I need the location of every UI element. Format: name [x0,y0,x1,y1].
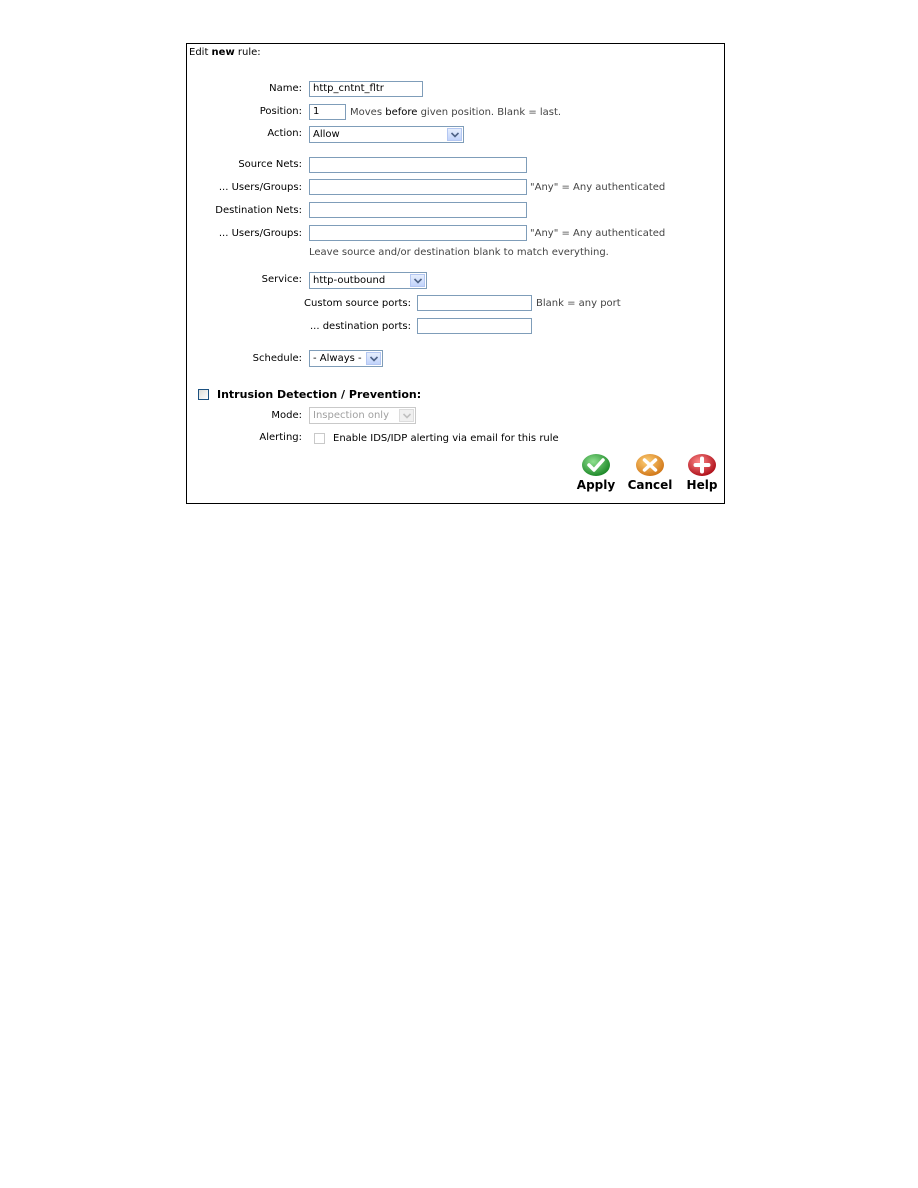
help-button[interactable]: Help [677,453,727,492]
custom-source-ports-input[interactable] [417,295,532,311]
custom-source-ports-label: Custom source ports: [304,298,411,309]
chevron-down-icon[interactable] [399,409,414,422]
ids-alerting-text: Enable IDS/IDP alerting via email for th… [333,433,559,444]
position-label: Position: [259,106,302,117]
action-select[interactable]: Allow [309,126,464,143]
chevron-down-icon[interactable] [447,128,462,141]
schedule-selected: - Always - [313,353,362,364]
ids-heading: Intrusion Detection / Prevention: [217,388,422,401]
destination-ports-input[interactable] [417,318,532,334]
x-icon [635,453,665,477]
hint-prefix: Moves [350,107,386,118]
title-suffix: rule: [234,47,261,58]
help-label: Help [686,478,718,492]
cancel-button[interactable]: Cancel [625,453,675,492]
destination-users-hint: "Any" = Any authenticated [530,228,666,239]
cancel-label: Cancel [627,478,673,492]
source-users-label: ... Users/Groups: [218,182,302,193]
schedule-select[interactable]: - Always - [309,350,383,367]
action-label: Action: [267,128,302,139]
position-input[interactable]: 1 [309,104,346,120]
destination-ports-label: ... destination ports: [309,321,411,332]
ids-mode-selected: Inspection only [313,410,389,421]
hint-suffix: given position. Blank = last. [417,107,562,118]
name-input[interactable]: http_cntnt_fltr [309,81,423,97]
ids-mode-label: Mode: [271,410,302,421]
service-label: Service: [261,274,302,285]
title-prefix: Edit [189,47,212,58]
service-select[interactable]: http-outbound [309,272,427,289]
ids-alerting-label: Alerting: [259,432,302,443]
plus-icon [687,453,717,477]
source-users-hint: "Any" = Any authenticated [530,182,666,193]
source-nets-label: Source Nets: [238,159,302,170]
schedule-label: Schedule: [252,353,302,364]
action-selected: Allow [313,129,340,140]
chevron-down-icon[interactable] [410,274,425,287]
destination-nets-input[interactable] [309,202,527,218]
service-selected: http-outbound [313,275,386,286]
name-label: Name: [269,83,302,94]
checkmark-icon [581,453,611,477]
apply-button[interactable]: Apply [571,453,621,492]
panel-title: Edit new rule: [189,47,261,58]
hint-bold: before [385,107,418,118]
position-hint: Moves before given position. Blank = las… [350,107,561,118]
destination-users-label: ... Users/Groups: [218,228,302,239]
apply-label: Apply [576,478,616,492]
chevron-down-icon[interactable] [366,352,381,365]
title-bold: new [211,47,235,58]
ids-checkbox[interactable] [198,389,209,400]
edit-rule-panel: Edit new rule: Name: http_cntnt_fltr Pos… [186,43,725,504]
source-nets-input[interactable] [309,157,527,173]
destination-users-input[interactable] [309,225,527,241]
source-users-input[interactable] [309,179,527,195]
ids-alerting-checkbox[interactable] [314,433,325,444]
match-hint: Leave source and/or destination blank to… [309,247,609,258]
destination-nets-label: Destination Nets: [215,205,302,216]
ids-mode-select[interactable]: Inspection only [309,407,416,424]
custom-source-ports-hint: Blank = any port [536,298,621,309]
